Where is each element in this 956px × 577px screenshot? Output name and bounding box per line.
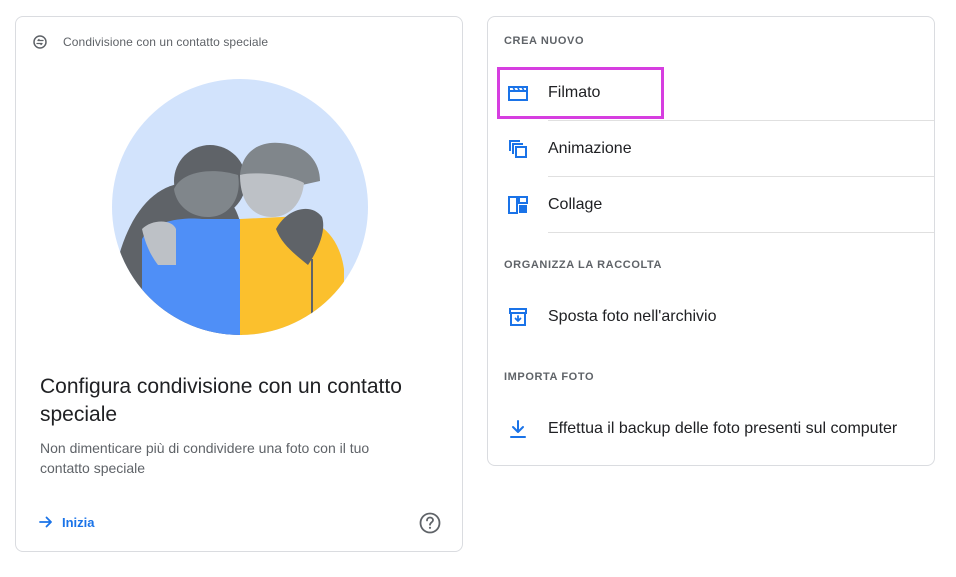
create-movie-label: Filmato	[548, 84, 601, 101]
partner-sharing-icon	[33, 35, 47, 49]
partner-sharing-illustration	[112, 79, 368, 335]
arrow-forward-icon	[39, 516, 52, 528]
card-header: Condivisione con un contatto speciale	[33, 35, 268, 49]
card-description: Non dimenticare più di condividere una f…	[40, 440, 370, 476]
section-label-create-new: CREA NUOVO	[504, 35, 585, 47]
archive-icon	[509, 308, 527, 326]
archive-photos-item[interactable]: Sposta foto nell'archivio	[488, 289, 934, 345]
divider	[548, 232, 934, 233]
movie-icon	[508, 86, 528, 101]
create-collage-item[interactable]: Collage	[488, 177, 934, 233]
create-collage-label: Collage	[548, 196, 603, 213]
card-title: Configura condivisione con un contatto s…	[40, 375, 402, 426]
card-header-text: Condivisione con un contatto speciale	[63, 35, 269, 49]
create-movie-item[interactable]: Filmato	[488, 65, 934, 121]
partner-sharing-card: Condivisione con un contatto speciale Co…	[15, 16, 463, 552]
start-button-label: Inizia	[62, 514, 95, 530]
help-icon[interactable]	[419, 512, 441, 534]
backup-photos-label: Effettua il backup delle foto presenti s…	[548, 420, 898, 437]
section-label-organize: ORGANIZZA LA RACCOLTA	[504, 259, 663, 271]
archive-photos-label: Sposta foto nell'archivio	[548, 308, 717, 325]
animation-icon	[509, 140, 527, 158]
backup-photos-item[interactable]: Effettua il backup delle foto presenti s…	[488, 401, 934, 457]
start-button[interactable]: Inizia	[38, 514, 95, 530]
create-animation-item[interactable]: Animazione	[488, 121, 934, 177]
create-animation-label: Animazione	[548, 140, 632, 157]
section-label-import: IMPORTA FOTO	[504, 371, 595, 383]
download-icon	[510, 420, 526, 438]
create-new-panel: CREA NUOVO Filmato Animazione Collage OR…	[487, 16, 935, 466]
collage-icon	[508, 196, 528, 214]
